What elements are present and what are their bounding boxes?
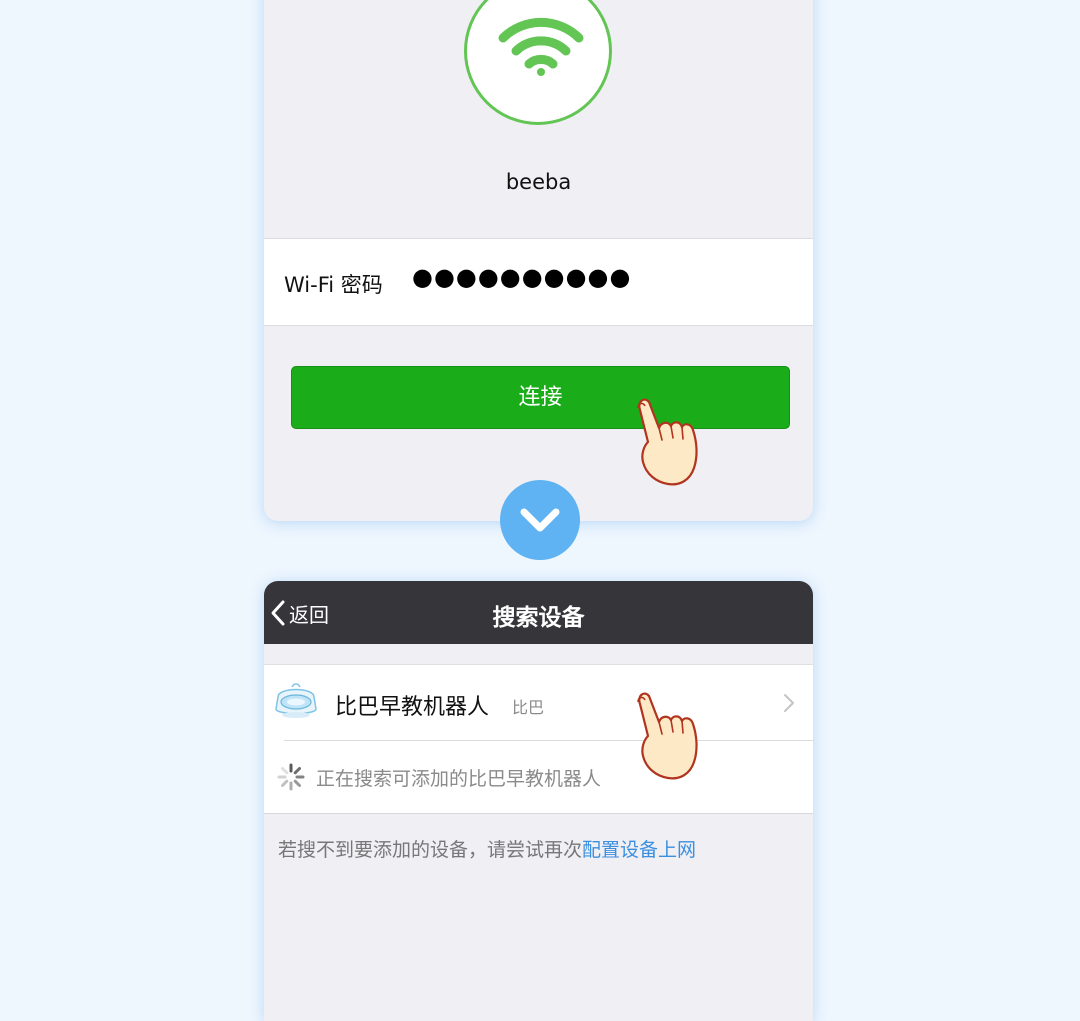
device-name: 比巴早教机器人 [335,695,490,720]
next-step-indicator [500,480,580,560]
hand-pointer-icon [637,692,698,780]
wifi-password-field[interactable]: ●●●●●●●●●● [412,263,631,291]
wifi-password-label: Wi-Fi 密码 [284,273,383,297]
search-device-screen: 返回 搜索设备 比巴早教机器人 比巴 正在搜索可添加的比巴早教机器人 若搜不到要… [264,581,813,1021]
connect-button[interactable]: 连接 [291,366,790,429]
wifi-password-row[interactable]: Wi-Fi 密码 ●●●●●●●●●● [264,238,813,326]
hint-text: 若搜不到要添加的设备，请尝试再次配置设备上网 [278,835,696,862]
chevron-right-icon [784,694,794,712]
hint-message: 若搜不到要添加的设备，请尝试再次 [278,839,583,861]
configure-network-link[interactable]: 配置设备上网 [582,839,696,861]
list-item-device[interactable]: 比巴早教机器人 比巴 [264,665,813,740]
wifi-ssid: beeba [505,170,572,194]
device-list: 比巴早教机器人 比巴 正在搜索可添加的比巴早教机器人 [264,664,813,814]
wifi-badge [464,0,612,125]
searching-status-text: 正在搜索可添加的比巴早教机器人 [316,768,602,790]
loading-spinner-icon [277,763,305,791]
wifi-setup-screen: beeba Wi-Fi 密码 ●●●●●●●●●● 连接 [264,0,813,521]
robot-device-icon [275,683,317,718]
wifi-icon [498,17,584,76]
page-title: 搜索设备 [492,605,585,631]
hand-pointer-icon [637,398,698,486]
searching-status-row: 正在搜索可添加的比巴早教机器人 [264,741,813,813]
navigation-bar: 返回 搜索设备 [264,581,813,644]
device-brand: 比巴 [512,698,545,717]
chevron-down-icon [520,508,560,532]
